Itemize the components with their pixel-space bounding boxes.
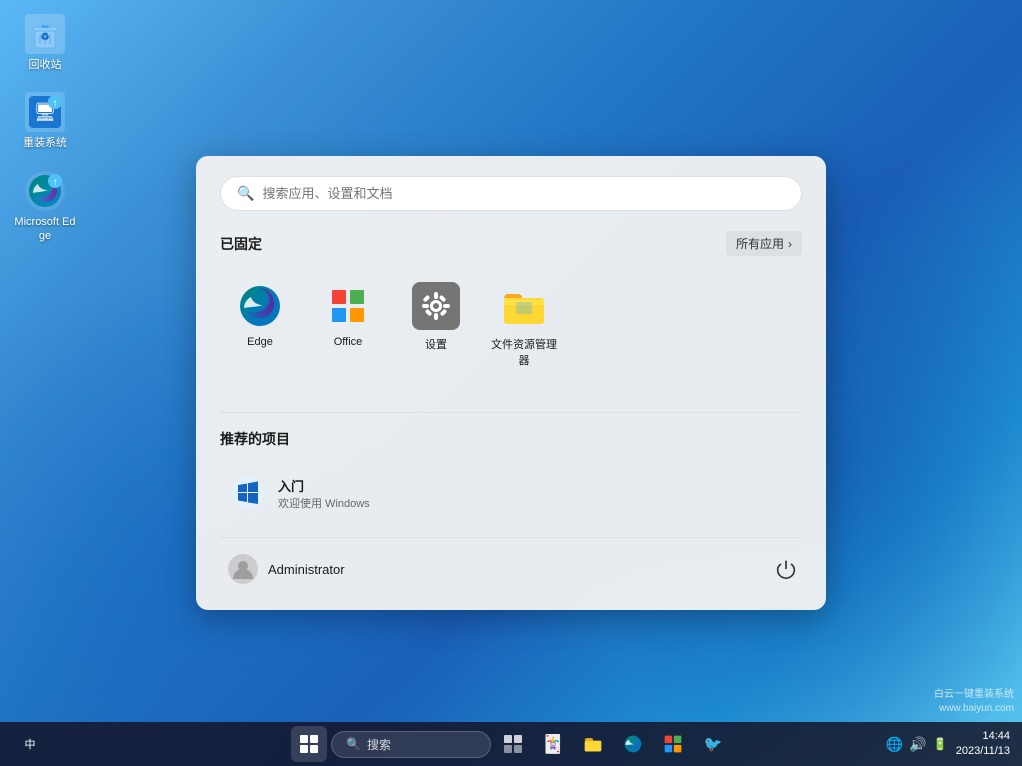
system-clock[interactable]: 14:44 2023/11/13 xyxy=(956,729,1010,760)
desktop: ♻ 回收站 🖥 ↑ 重装系统 xyxy=(0,0,1022,766)
watermark: 白云一键重装系统 www.baiyun.com xyxy=(934,688,1014,716)
taskbar-search[interactable]: 🔍 搜索 xyxy=(331,731,491,758)
all-apps-label: 所有应用 xyxy=(736,235,784,252)
start-menu-bottom: Administrator xyxy=(220,537,802,590)
app-office[interactable]: Office xyxy=(308,272,388,392)
settings-icon xyxy=(412,282,460,330)
recommended-section: 推荐的项目 入门 xyxy=(220,429,802,521)
section-divider xyxy=(220,412,802,413)
taskbar-app-solitaire[interactable]: 🃏 xyxy=(535,726,571,762)
language-indicator[interactable]: 中 xyxy=(12,726,48,762)
pinned-title: 已固定 xyxy=(220,234,262,254)
edge-icon xyxy=(236,282,284,330)
taskbar-app-store[interactable] xyxy=(655,726,691,762)
chevron-right-icon: › xyxy=(788,237,792,251)
app-settings[interactable]: 设置 xyxy=(396,272,476,392)
taskbar-app-twitter[interactable]: 🐦 xyxy=(695,726,731,762)
app-file-explorer[interactable]: 文件资源管理器 xyxy=(484,272,564,392)
recommended-item-get-started[interactable]: 入门 欢迎使用 Windows xyxy=(220,465,802,521)
taskbar-right: 🌐 🔊 🔋 14:44 2023/11/13 xyxy=(886,729,1010,760)
pinned-section-header: 已固定 所有应用 › xyxy=(220,231,802,256)
volume-icon: 🔊 xyxy=(909,736,926,753)
start-menu: 🔍 已固定 所有应用 › xyxy=(196,156,826,610)
battery-icon: 🔋 xyxy=(933,737,948,751)
file-explorer-icon xyxy=(500,282,548,330)
power-button[interactable] xyxy=(770,553,802,585)
pinned-apps-grid: Edge Office xyxy=(220,272,802,392)
taskbar-app-edge[interactable] xyxy=(615,726,651,762)
office-app-label: Office xyxy=(334,336,363,348)
settings-app-label: 设置 xyxy=(425,336,447,352)
get-started-title: 入门 xyxy=(278,476,370,495)
network-icon: 🌐 xyxy=(886,736,903,753)
edge-app-label: Edge xyxy=(247,336,273,348)
taskbar-search-label: 搜索 xyxy=(367,736,391,753)
taskbar-left: 中 xyxy=(12,726,48,762)
clock-time: 14:44 xyxy=(956,729,1010,744)
start-button[interactable] xyxy=(291,726,327,762)
clock-date: 2023/11/13 xyxy=(956,744,1010,759)
file-explorer-app-label: 文件资源管理器 xyxy=(490,336,558,368)
taskbar-center: 🔍 搜索 🃏 xyxy=(291,726,731,762)
user-info[interactable]: Administrator xyxy=(220,548,353,590)
recommended-header: 推荐的项目 xyxy=(220,429,802,449)
user-name: Administrator xyxy=(268,562,345,577)
search-bar-icon: 🔍 xyxy=(237,185,254,202)
get-started-subtitle: 欢迎使用 Windows xyxy=(278,495,370,511)
start-menu-overlay: 🔍 已固定 所有应用 › xyxy=(0,0,1022,726)
taskbar-search-icon: 🔍 xyxy=(346,737,361,751)
get-started-text: 入门 欢迎使用 Windows xyxy=(278,476,370,511)
taskbar: 中 🔍 搜索 xyxy=(0,722,1022,766)
task-view-button[interactable] xyxy=(495,726,531,762)
all-apps-button[interactable]: 所有应用 › xyxy=(726,231,802,256)
recommended-title: 推荐的项目 xyxy=(220,429,290,449)
system-tray: 🌐 🔊 🔋 xyxy=(886,736,948,753)
user-avatar xyxy=(228,554,258,584)
app-edge[interactable]: Edge xyxy=(220,272,300,392)
office-icon xyxy=(324,282,372,330)
search-bar[interactable]: 🔍 xyxy=(220,176,802,211)
taskbar-app-file-explorer[interactable] xyxy=(575,726,611,762)
search-input[interactable] xyxy=(262,186,785,201)
get-started-icon xyxy=(230,475,266,511)
